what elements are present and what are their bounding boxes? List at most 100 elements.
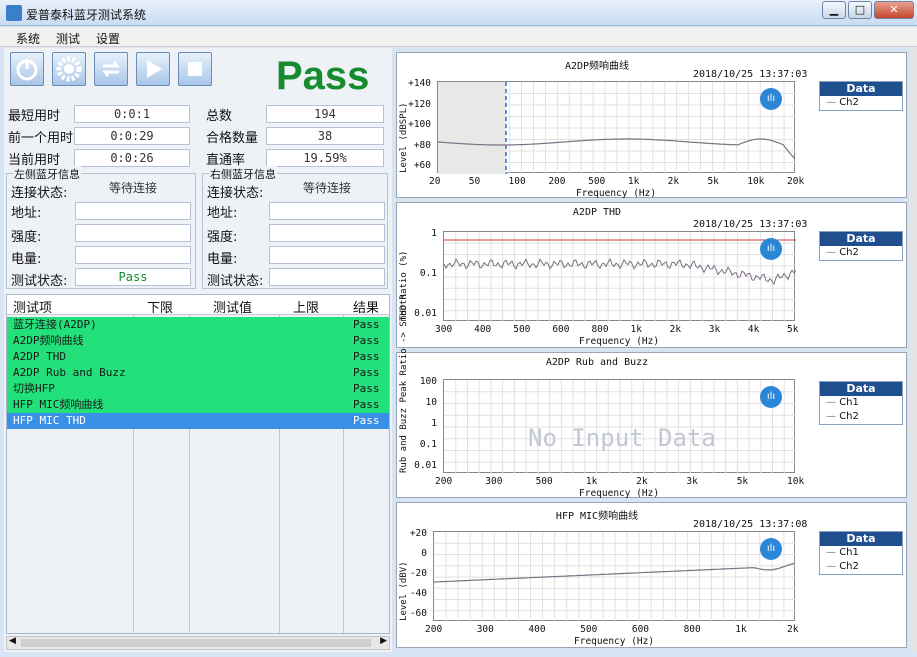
y-tick-label: +20 [409,528,427,539]
menu-test[interactable]: 测试 [56,30,80,47]
left-conn-label: 连接状态: [11,186,68,201]
chart-panel: A2DP THD 2018/10/25 13:37:03 ılı 1 0.1 0.01 30… [396,202,907,348]
y-tick-label: 100 [419,376,437,387]
chart-title: A2DP THD [572,207,622,218]
plot-area[interactable]: ılı [437,81,796,174]
plot-grid [434,532,796,622]
x-tick-label: 1k [735,624,747,635]
x-tick-label: 500 [580,624,598,635]
brand-logo-icon: ılı [760,88,782,110]
y-axis-label: Level (dBV) [399,561,409,621]
settings-button[interactable] [52,52,86,86]
right-addr-label: 地址: [207,206,238,221]
x-tick-label: 2k [667,176,680,187]
menu-bar: 系统 测试 设置 [0,27,917,47]
prev-time-label: 前一个用时 [8,131,74,146]
chart-timestamp: 2018/10/25 13:37:03 [693,219,808,230]
row-result: Pass [353,414,380,427]
stop-button[interactable] [178,52,212,86]
y-axis-label: Rub and Buzz Peak Ratio -> Smooth [399,294,409,473]
row-result: Pass [353,334,380,347]
row-item: HFP MIC THD [13,414,86,427]
right-strength-label: 强度: [207,230,238,245]
menu-settings[interactable]: 设置 [96,30,120,47]
close-button[interactable]: ✕ [874,1,914,19]
table-row[interactable]: A2DP Rub and Buzz Pass [7,365,389,381]
x-tick-label: 5k [707,176,719,187]
col-header-value[interactable]: 测试值 [213,297,252,316]
right-test-field [269,268,385,286]
legend-item[interactable]: — Ch2 [820,96,902,110]
x-axis-label: Frequency (Hz) [576,188,657,199]
maximize-button[interactable]: □ [848,1,872,19]
legend-item-label: Ch1 [839,547,859,558]
legend-item[interactable]: — Ch1 [820,396,902,410]
legend-item-label: Ch1 [839,397,859,408]
power-button[interactable] [10,52,44,86]
plot-area[interactable]: ılı [433,531,796,622]
play-button[interactable] [136,52,170,86]
brand-logo-icon: ılı [760,238,782,260]
left-test-label: 测试状态: [11,274,68,289]
x-tick-label: 2k [787,624,799,635]
right-conn-value: 等待连接 [302,181,351,195]
table-row[interactable]: 蓝牙连接(A2DP) Pass [7,317,389,333]
left-power-field [75,246,191,264]
app-icon [6,5,22,21]
table-row[interactable]: 切换HFP Pass [7,381,389,397]
x-axis-label: Frequency (Hz) [574,636,655,647]
table-row[interactable]: A2DP THD Pass [7,349,389,365]
scroll-right-arrow[interactable]: ▶ [380,636,387,646]
shortest-time-value: 0:0:1 [74,105,190,123]
col-header-lower[interactable]: 下限 [147,297,173,316]
col-header-item[interactable]: 测试项 [13,297,52,316]
stop-icon [188,62,202,76]
total-value: 194 [266,105,384,123]
menu-system[interactable]: 系统 [16,30,40,47]
chart-legend[interactable]: Data — Ch2 [819,81,903,111]
left-power-label: 电量: [11,252,42,267]
settings-gear-icon [56,56,82,82]
legend-item[interactable]: — Ch2 [820,560,902,574]
col-header-result[interactable]: 结果 [353,297,379,316]
row-result: Pass [353,318,380,331]
x-tick-label: 200 [548,176,566,187]
row-item: A2DP THD [13,350,66,363]
minimize-button[interactable]: ▁ [822,1,846,19]
table-row[interactable]: A2DP频响曲线 Pass [7,333,389,349]
legend-item[interactable]: — Ch2 [820,410,902,424]
legend-item[interactable]: — Ch2 [820,246,902,260]
y-tick-label: -20 [409,568,427,579]
y-tick-label: +120 [408,98,431,110]
horizontal-scrollbar[interactable]: ◀ ▶ [6,636,390,650]
legend-item[interactable]: — Ch1 [820,546,902,560]
x-tick-label: 300 [435,324,453,335]
plot-area[interactable]: No Input Data ılı [443,379,796,474]
scroll-left-arrow[interactable]: ◀ [9,636,16,646]
y-tick-label: 0.01 [414,460,437,471]
chart-legend[interactable]: Data — Ch1— Ch2 [819,381,903,425]
table-row[interactable]: HFP MIC THD Pass [7,413,389,429]
legend-title: Data [820,232,902,246]
scroll-thumb[interactable] [21,639,371,647]
refresh-button[interactable] [94,52,128,86]
row-item: A2DP Rub and Buzz [13,366,126,379]
y-tick-label: 1 [431,228,437,239]
chart-legend[interactable]: Data — Ch2 [819,231,903,261]
no-data-message: No Input Data [528,424,716,452]
total-label: 总数 [206,109,233,124]
plot-area[interactable]: ılı [443,231,796,322]
x-tick-label: 300 [485,476,503,487]
table-row[interactable]: HFP MIC频响曲线 Pass [7,397,389,413]
x-tick-label: 5k [736,476,749,487]
y-tick-label: +60 [413,160,431,171]
chart-legend[interactable]: Data — Ch1— Ch2 [819,531,903,575]
x-tick-label: 3k [686,476,698,487]
x-tick-label: 5k [787,324,799,335]
y-tick-label: -40 [409,588,427,599]
col-header-upper[interactable]: 上限 [293,297,319,316]
y-tick-label: +80 [413,139,431,151]
y-tick-label: 1 [431,418,437,429]
vertical-scrollbar[interactable] [909,48,917,652]
x-tick-label: 300 [476,624,494,635]
